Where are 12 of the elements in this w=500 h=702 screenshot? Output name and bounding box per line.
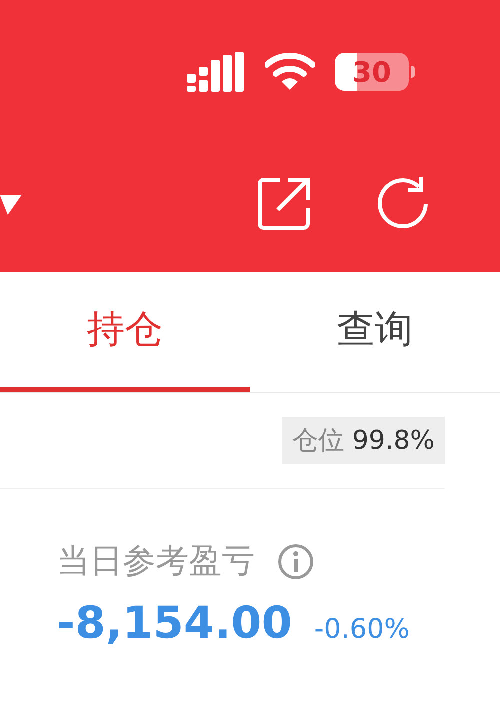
pnl-label: 当日参考盈亏 xyxy=(57,540,255,582)
pnl-percent: -0.60% xyxy=(314,614,410,645)
tab[interactable]: 查询 xyxy=(250,272,500,392)
info-icon[interactable] xyxy=(277,542,315,580)
signal-icon xyxy=(187,52,245,92)
share-icon[interactable] xyxy=(256,176,312,232)
tab[interactable]: 持仓 xyxy=(0,272,250,392)
caret-icon[interactable] xyxy=(0,193,22,215)
pnl-amount: -8,154.00 xyxy=(57,598,292,649)
position-value: 99.8% xyxy=(352,426,435,456)
wifi-icon xyxy=(265,53,315,91)
position-label: 仓位 xyxy=(292,425,344,458)
